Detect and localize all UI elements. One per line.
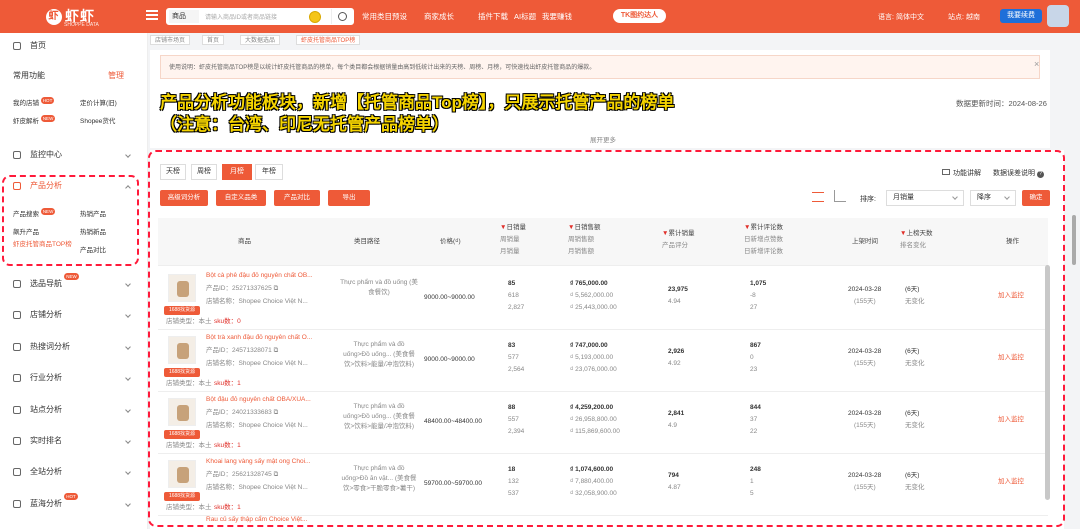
sidebar-item-full-site[interactable]: 全站分析 — [0, 461, 148, 483]
sidebar-shrimp-lab[interactable]: 虾皮解析 NEW — [13, 115, 56, 125]
chevron-down-icon — [125, 344, 131, 350]
ocean-icon — [13, 500, 21, 508]
search-input[interactable]: 请输入商品ID或者商品链接 — [205, 12, 289, 21]
sidebar-highlight-box — [2, 175, 139, 266]
chevron-down-icon — [125, 375, 131, 381]
breadcrumb-item[interactable]: 首页 — [202, 35, 225, 45]
sidebar-my-shop[interactable]: 我的店铺 HOT — [13, 97, 55, 107]
monitor-icon — [13, 151, 21, 159]
language-select[interactable]: 简体中文 — [896, 12, 924, 22]
chevron-down-icon — [125, 407, 131, 413]
chevron-down-icon — [125, 501, 131, 507]
annotation-line-2: （注意：台湾、印尼无托管产品榜单） — [160, 115, 449, 134]
nav-plugin-download[interactable]: 插件下载 — [478, 11, 508, 22]
logo-icon: 虾 — [46, 9, 62, 26]
update-time: 数据更新时间：2024-08-26 — [956, 99, 1047, 108]
home-icon — [13, 42, 21, 50]
top-bar: 虾虾虾 SHOPPE DATA 商品 请输入商品ID或者商品链接 常用类目预设 … — [0, 0, 1080, 33]
avatar[interactable] — [1047, 5, 1069, 27]
sidebar-item-realtime-rank[interactable]: 实时排名 — [0, 430, 148, 452]
common-functions-header: 常用功能 管理 — [0, 65, 148, 87]
chevron-down-icon — [125, 438, 131, 444]
manage-link[interactable]: 管理 — [108, 65, 124, 87]
industry-icon — [13, 374, 21, 382]
nav-merchant-growth[interactable]: 商家成长 — [424, 11, 454, 22]
breadcrumb: 店铺市场页 首页 大数据选品 虾皮托管商品TOP榜 — [150, 33, 1080, 47]
close-icon[interactable]: × — [1034, 59, 1039, 69]
language-label: 语言: — [878, 14, 894, 21]
compass-icon — [13, 280, 21, 288]
sidebar-item-site-analysis[interactable]: 站点分析 — [0, 399, 148, 421]
chevron-down-icon — [125, 312, 131, 318]
page-scrollbar[interactable] — [1072, 215, 1076, 265]
nav-category-preset[interactable]: 常用类目预设 — [362, 11, 407, 22]
shop-icon — [13, 311, 21, 319]
logo-subtitle: SHOPPE DATA — [64, 22, 99, 28]
site-icon — [13, 406, 21, 414]
sidebar-profit-calc[interactable]: 定价计算(旧) — [80, 97, 117, 107]
search-bar: 商品 请输入商品ID或者商品链接 — [166, 8, 354, 25]
sidebar-item-shop-analysis[interactable]: 店铺分析 — [0, 304, 148, 326]
chevron-down-icon — [125, 469, 131, 475]
renew-button[interactable]: 我要续费 — [1000, 9, 1042, 23]
sidebar-item-industry-analysis[interactable]: 行业分析 — [0, 367, 148, 389]
sidebar-shopee-go[interactable]: Shopee货代 — [80, 115, 115, 125]
usage-notice: 使用说明：虾皮托管商品TOP榜是以统计虾皮托管商品的榜单，每个类目都会根据销量由… — [160, 55, 1040, 79]
globe-icon — [13, 468, 21, 476]
sidebar-item-monitor[interactable]: 监控中心 — [0, 144, 148, 166]
nav-ai-title[interactable]: AI标题 — [514, 11, 536, 22]
keyword-icon — [13, 343, 21, 351]
breadcrumb-item-active[interactable]: 虾皮托管商品TOP榜 — [296, 35, 361, 45]
rank-icon — [13, 437, 21, 445]
search-button[interactable] — [331, 9, 353, 24]
chevron-down-icon — [125, 281, 131, 287]
sidebar-item-home[interactable]: 首页 — [0, 35, 148, 57]
chevron-down-icon — [125, 152, 131, 158]
sidebar-item-selection-nav[interactable]: 选品导航 NEW — [0, 273, 148, 295]
sidebar-item-keyword-analysis[interactable]: 热搜词分析 — [0, 336, 148, 358]
breadcrumb-item[interactable]: 大数据选品 — [240, 35, 281, 45]
sidebar-item-blue-ocean[interactable]: 蓝海分析 HOT — [0, 493, 148, 515]
site-select[interactable]: 越南 — [966, 12, 980, 22]
search-category-select[interactable]: 商品 — [169, 10, 199, 23]
expand-more-link[interactable]: 展开更多 — [590, 134, 616, 144]
tk-influencer-button[interactable]: TK图约达人 — [613, 9, 666, 23]
image-search-icon[interactable] — [309, 11, 321, 23]
menu-icon[interactable] — [146, 10, 158, 20]
sidebar: 首页 常用功能 管理 我的店铺 HOT 定价计算(旧) 虾皮解析 NEW Shop… — [0, 33, 148, 529]
main-highlight-box — [148, 150, 1065, 527]
nav-earn-money[interactable]: 我要赚钱 — [542, 11, 572, 22]
breadcrumb-item[interactable]: 店铺市场页 — [150, 35, 191, 45]
site-label: 站点: — [948, 14, 964, 21]
